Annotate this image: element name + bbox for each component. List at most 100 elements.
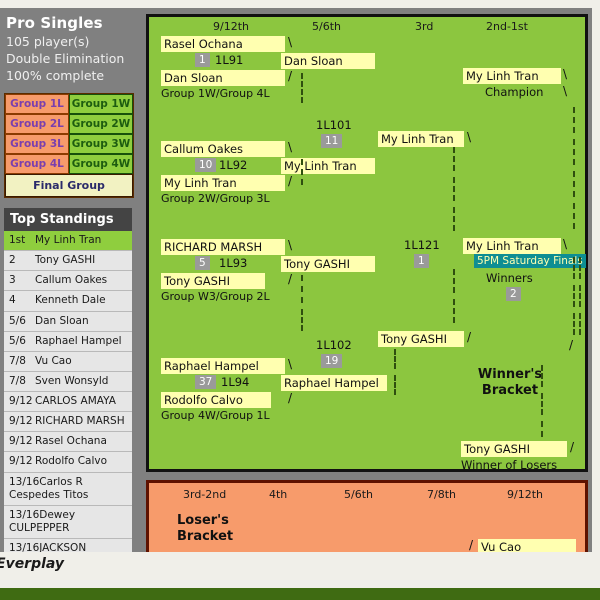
standings-row[interactable]: 7/8 Sven Wonsyld [4,372,132,392]
player-count: 105 player(s) [6,34,90,49]
standings-row[interactable]: 7/8 Vu Cao [4,352,132,372]
group-1l-button[interactable]: Group 1L [5,94,69,114]
wb-match-badge: 1 [195,53,210,67]
standings-name: Raphael Hampel [35,334,122,347]
wb-match-winner[interactable]: Raphael Hampel [281,375,387,391]
wb-match-player[interactable]: Tony GASHI [161,273,265,289]
bracket-connector [394,349,396,369]
standings-row[interactable]: 9/12 Rasel Ochana [4,432,132,453]
bracket-connector [453,269,455,293]
standings-name: Tony GASHI [35,254,96,267]
bottom-green-bar [0,588,600,600]
group-row: Group 2L Group 2W [5,114,133,134]
standings-row[interactable]: 9/12 RICHARD MARSH [4,412,132,433]
wb-round-header: 5/6th [312,20,341,33]
wb-match-winner[interactable]: Dan Sloan [281,53,375,69]
standings-list: 1st My Linh Tran 2 Tony GASHI 3 Callum Oake… [4,231,132,600]
winners-badge: 2 [506,287,521,301]
standings-name: Vu Cao [35,354,72,367]
standings-row[interactable]: 2 Tony GASHI [4,251,132,272]
winners-bracket-panel: 9/12th 5/6th 3rd 2nd-1st Rasel Ochana 1 … [146,14,588,472]
bracket-connector [579,285,581,307]
champion-name[interactable]: My Linh Tran [463,68,561,84]
bracket-connector: / [288,174,293,188]
winner-of-losers-label: Winner of Losers [461,458,558,472]
standings-row[interactable]: 13/16Carlos R Cespedes Titos [4,473,132,506]
standings-row[interactable]: 9/12 Rodolfo Calvo [4,452,132,473]
wb-match-badge: 1 [414,254,429,268]
wb-match-badge: 11 [321,134,343,148]
group-3w-button[interactable]: Group 3W [69,134,133,154]
wb-match-player[interactable]: My Linh Tran [161,175,285,191]
standings-place: 7/8 [9,374,26,387]
bracket-connector: / [469,538,474,552]
bracket-connector [573,107,575,133]
standings-place: 4 [9,294,16,307]
standings-row[interactable]: 9/12 CARLOS AMAYA [4,392,132,413]
bracket-connector [394,375,396,395]
wb-match-player[interactable]: Rodolfo Calvo [161,392,271,408]
bracket-connector [301,159,303,185]
bracket-connector [573,171,575,197]
wb-match-badge: 37 [195,375,217,389]
group-4w-button[interactable]: Group 4W [69,154,133,174]
wb-match-player[interactable]: Rasel Ochana [161,36,285,52]
standings-row[interactable]: 13/16Dewey CULPEPPER [4,506,132,539]
final-group-button[interactable]: Final Group [5,174,133,197]
group-row: Group 1L Group 1W [5,94,133,114]
wb-match-id: 1L101 [316,118,352,132]
winners-bracket-label-line2: Bracket [481,383,539,398]
wb-match-winner[interactable]: My Linh Tran [378,131,464,147]
finals-schedule-badge[interactable]: 5PM Saturday Finals [474,254,586,268]
lb-round-header: 9/12th [507,488,543,501]
standings-row[interactable]: 3 Callum Oakes [4,271,132,292]
group-nav: Group 1L Group 1W Group 2L Group 2W Grou… [4,93,134,198]
bracket-connector: / [288,69,293,83]
winners-label: Winners [486,271,533,285]
standings-place: 9/12 [9,395,33,407]
group-3l-button[interactable]: Group 3L [5,134,69,154]
wb-match-winner[interactable]: My Linh Tran [463,238,561,254]
losers-bracket-label-line2: Bracket [177,529,234,544]
bracket-connector [573,285,575,307]
lb-round-header: 3rd-2nd [183,488,227,501]
standings-row[interactable]: 5/6 Raphael Hampel [4,332,132,352]
winners-bracket-label-line1: Winner's [477,367,543,382]
group-1w-button[interactable]: Group 1W [69,94,133,114]
lb-round-header: 4th [269,488,288,501]
bracket-connector: \ [288,357,293,371]
standings-place: 5/6 [9,314,26,327]
wb-match-player[interactable]: Raphael Hampel [161,358,285,374]
bracket-connector [573,203,575,229]
wb-match-winner[interactable]: My Linh Tran [281,158,375,174]
right-page-edge [592,0,600,600]
losers-bracket-label: Loser's Bracket [177,513,267,545]
bracket-connector: \ [563,84,568,98]
wb-match-player[interactable]: Callum Oakes [161,141,285,157]
sidebar: Pro Singles 105 player(s) Double Elimina… [0,8,140,600]
bracket-connector: \ [563,237,568,251]
wb-match-player[interactable]: RICHARD MARSH [161,239,285,255]
group-2l-button[interactable]: Group 2L [5,114,69,134]
wb-match-id: 1L121 [404,238,440,252]
wb-round-header: 3rd [415,20,434,33]
wb-match-source: Group 1W/Group 4L [161,87,270,100]
winner-of-losers-name[interactable]: Tony GASHI [461,441,567,457]
brand-label: Everplay [0,556,65,572]
wb-match-player[interactable]: Dan Sloan [161,70,285,86]
standings-name: Rodolfo Calvo [35,455,108,468]
standings-row[interactable]: 1st My Linh Tran [4,231,132,252]
lb-round-header: 7/8th [427,488,456,501]
standings-title: Top Standings [4,208,132,231]
wb-match-winner[interactable]: Tony GASHI [281,256,375,272]
standings-place: 2 [9,254,16,267]
wb-match-source: Group 2W/Group 3L [161,192,270,205]
bracket-connector [301,73,303,103]
wb-match-winner[interactable]: Tony GASHI [378,331,464,347]
standings-row[interactable]: 5/6 Dan Sloan [4,312,132,332]
standings-name: CARLOS AMAYA [35,395,116,407]
standings-row[interactable]: 4 Kenneth Dale [4,291,132,312]
group-2w-button[interactable]: Group 2W [69,114,133,134]
group-4l-button[interactable]: Group 4L [5,154,69,174]
losers-bracket-panel: 3rd-2nd 4th 5/6th 7/8th 9/12th Loser's B… [146,480,588,556]
